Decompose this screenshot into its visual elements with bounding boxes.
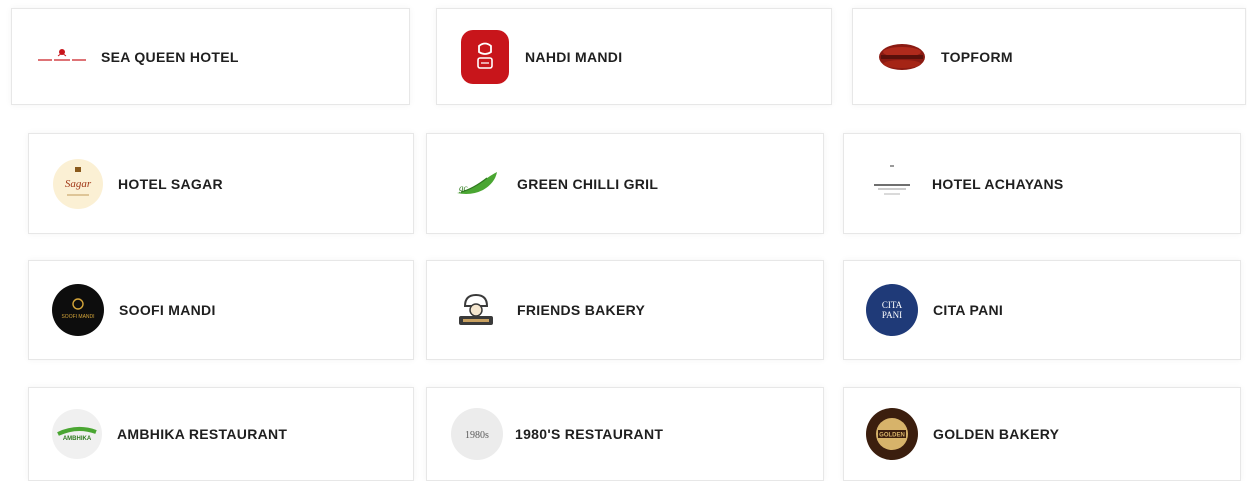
svg-text:SOOFI MANDI: SOOFI MANDI [61,314,94,320]
svg-text:CITA: CITA [882,300,903,310]
svg-text:AMBHIKA: AMBHIKA [63,436,92,442]
client-name: TOPFORM [941,48,1013,65]
client-name: CITA PANI [933,302,1004,318]
hotel-sagar-logo-icon: Sagar [53,158,103,209]
client-card-1980s-restaurant[interactable]: 1980s 1980'S RESTAURANT [426,387,824,481]
client-card-sea-queen-hotel[interactable]: SEA QUEEN HOTEL [11,8,410,105]
soofi-mandi-logo-icon: SOOFI MANDI [52,284,104,336]
client-name: GOLDEN BAKERY [933,426,1060,442]
svg-text:PANI: PANI [882,310,902,320]
client-card-green-chilli-gril[interactable]: gc GREEN CHILLI GRIL [426,133,824,234]
1980s-restaurant-logo-icon: 1980s [451,408,503,460]
hotel-achayans-logo-icon [866,159,918,209]
client-name: HOTEL ACHAYANS [932,175,1064,192]
client-name: SEA QUEEN HOTEL [101,48,239,65]
client-card-friends-bakery[interactable]: FRIENDS BAKERY [426,260,824,360]
client-name: 1980'S RESTAURANT [515,426,664,442]
svg-text:1980s: 1980s [465,430,489,441]
client-card-soofi-mandi[interactable]: SOOFI MANDI SOOFI MANDI [28,260,414,360]
svg-text:GOLDEN: GOLDEN [879,433,905,439]
nahdi-mandi-logo-icon [461,29,509,84]
client-name: HOTEL SAGAR [118,175,223,192]
golden-bakery-logo-icon: GOLDEN [866,408,918,460]
client-name: SOOFI MANDI [119,302,216,318]
green-chilli-logo-icon: gc [453,159,501,209]
client-card-ambhika-restaurant[interactable]: AMBHIKA AMBHIKA RESTAURANT [28,387,414,481]
friends-bakery-logo-icon [453,285,499,335]
client-card-golden-bakery[interactable]: GOLDEN GOLDEN BAKERY [843,387,1241,481]
client-name: NAHDI MANDI [525,48,623,65]
sea-queen-hotel-logo-icon [34,32,90,82]
client-name: AMBHIKA RESTAURANT [117,426,288,442]
ambhika-restaurant-logo-icon: AMBHIKA [52,409,102,459]
client-name: FRIENDS BAKERY [517,302,646,318]
client-card-hotel-sagar[interactable]: Sagar HOTEL SAGAR [28,133,414,234]
svg-text:Sagar: Sagar [65,178,92,190]
client-card-nahdi-mandi[interactable]: NAHDI MANDI [436,8,832,105]
svg-text:gc: gc [459,183,468,193]
client-card-hotel-achayans[interactable]: HOTEL ACHAYANS [843,133,1241,234]
topform-logo-icon [877,42,927,72]
client-card-topform[interactable]: TOPFORM [852,8,1246,105]
cita-pani-logo-icon: CITA PANI [866,284,918,336]
client-card-cita-pani[interactable]: CITA PANI CITA PANI [843,260,1241,360]
client-name: GREEN CHILLI GRIL [517,175,659,192]
